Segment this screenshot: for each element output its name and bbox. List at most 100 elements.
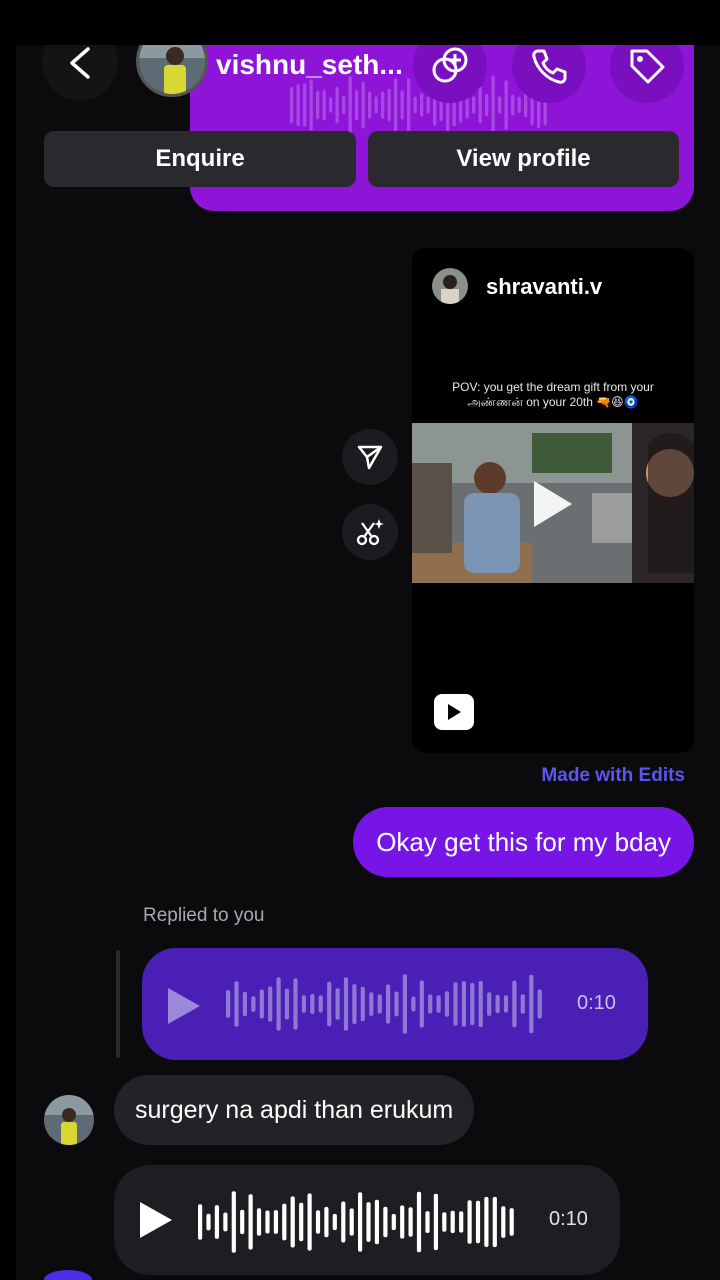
waveform-bar xyxy=(386,984,391,1024)
waveform-bar xyxy=(310,994,315,1014)
waveform-bar xyxy=(282,1203,287,1241)
waveform-bar xyxy=(273,1210,278,1234)
play-icon[interactable] xyxy=(164,986,204,1026)
waveform xyxy=(226,974,542,1034)
reels-icon xyxy=(434,694,474,730)
waveform-bar xyxy=(248,1194,253,1250)
waveform-bar xyxy=(433,1193,438,1251)
waveform-bar xyxy=(341,1201,346,1243)
waveform-bar xyxy=(383,1206,388,1238)
waveform-bar xyxy=(360,986,365,1022)
waveform-bar xyxy=(491,75,495,135)
waveform-bar xyxy=(316,90,320,120)
waveform-bar xyxy=(413,96,417,114)
incoming-voice-message[interactable]: 0:10 xyxy=(114,1165,620,1275)
waveform-bar xyxy=(343,977,349,1031)
waveform-bar xyxy=(495,994,500,1014)
waveform-bar xyxy=(377,994,382,1014)
share-button[interactable] xyxy=(342,429,398,485)
waveform-bar xyxy=(425,1211,430,1233)
replied-label: Replied to you xyxy=(143,905,265,926)
waveform-bar xyxy=(467,1200,472,1244)
waveform-bar xyxy=(524,92,528,118)
enquire-button[interactable]: Enquire xyxy=(44,131,356,187)
waveform-bar xyxy=(509,1208,514,1236)
waveform-bar xyxy=(301,995,306,1013)
waveform-bar xyxy=(284,988,290,1020)
waveform-bar xyxy=(381,91,385,119)
sender-avatar[interactable] xyxy=(44,1095,94,1145)
waveform-bar xyxy=(234,981,239,1027)
waveform-bar xyxy=(296,84,300,126)
waveform-bar xyxy=(400,1205,405,1239)
waveform-bar xyxy=(400,90,404,120)
waveform-bar xyxy=(520,994,525,1014)
reply-indicator-bar xyxy=(116,950,120,1058)
waveform-bar xyxy=(394,991,399,1017)
reel-author-avatar xyxy=(432,268,468,304)
tag-icon xyxy=(630,49,665,84)
waveform-bar xyxy=(537,989,542,1019)
back-button[interactable] xyxy=(42,45,118,101)
waveform-bar xyxy=(420,93,424,117)
waveform-bar xyxy=(478,86,482,124)
waveform-bar xyxy=(206,1213,211,1231)
waveform-bar xyxy=(426,96,430,114)
waveform-bar xyxy=(226,990,231,1018)
reel-video-thumbnail[interactable] xyxy=(412,423,694,583)
waveform-bar xyxy=(366,1202,371,1242)
waveform-bar xyxy=(453,982,458,1026)
waveform-bar xyxy=(450,1210,455,1234)
reel-caption: POV: you get the dream gift from your அண… xyxy=(452,380,654,409)
waveform-bar xyxy=(329,97,333,113)
quoted-voice-message[interactable]: 0:10 xyxy=(142,948,648,1060)
waveform-bar xyxy=(511,94,515,116)
waveform-bar xyxy=(315,1210,321,1234)
made-with-edits-link[interactable]: Made with Edits xyxy=(541,765,685,787)
waveform-bar xyxy=(290,1196,295,1248)
waveform-bar xyxy=(342,95,346,115)
video-call-icon xyxy=(432,47,468,83)
waveform-bar xyxy=(444,991,450,1017)
waveform-bar xyxy=(374,1199,379,1245)
waveform-bar xyxy=(436,995,441,1013)
waveform-bar xyxy=(231,1191,236,1253)
waveform-bar xyxy=(459,1211,464,1233)
waveform-bar xyxy=(485,93,489,117)
chat-username[interactable]: vishnu_seth... xyxy=(216,49,403,81)
waveform-bar xyxy=(407,78,411,132)
waveform-bar xyxy=(198,1204,203,1240)
waveform-bar xyxy=(324,1206,329,1238)
waveform-bar xyxy=(419,980,424,1028)
waveform-bar xyxy=(268,986,273,1022)
waveform-bar xyxy=(368,91,372,119)
waveform-bar xyxy=(408,1207,413,1237)
waveform-bar xyxy=(498,96,502,114)
waveform-bar xyxy=(276,977,281,1031)
incoming-message[interactable]: surgery na apdi than erukum xyxy=(114,1075,475,1145)
scissors-sparkle-icon xyxy=(356,519,384,546)
waveform-bar xyxy=(309,79,313,131)
chevron-left-icon xyxy=(70,47,90,79)
waveform-bar xyxy=(303,83,307,127)
outgoing-message[interactable]: Okay get this for my bday xyxy=(353,807,694,877)
composer-camera-button[interactable] xyxy=(44,1270,92,1280)
waveform-bar xyxy=(472,96,476,114)
remix-button[interactable] xyxy=(342,504,398,560)
play-icon[interactable] xyxy=(136,1200,176,1240)
waveform-bar xyxy=(402,974,407,1034)
waveform-bar xyxy=(240,1209,245,1235)
waveform xyxy=(198,1191,514,1253)
waveform-bar xyxy=(358,1192,363,1252)
waveform-bar xyxy=(214,1205,219,1239)
waveform-bar xyxy=(517,96,521,114)
shared-reel-card[interactable]: shravanti.v POV: you get the dream gift … xyxy=(412,248,694,753)
waveform-bar xyxy=(352,984,357,1024)
play-icon xyxy=(534,481,572,527)
waveform-bar xyxy=(318,995,323,1013)
send-icon xyxy=(357,445,383,470)
waveform-bar xyxy=(475,1200,481,1244)
waveform-bar xyxy=(391,1213,396,1231)
waveform-bar xyxy=(387,88,391,122)
view-profile-button[interactable]: View profile xyxy=(368,131,679,187)
